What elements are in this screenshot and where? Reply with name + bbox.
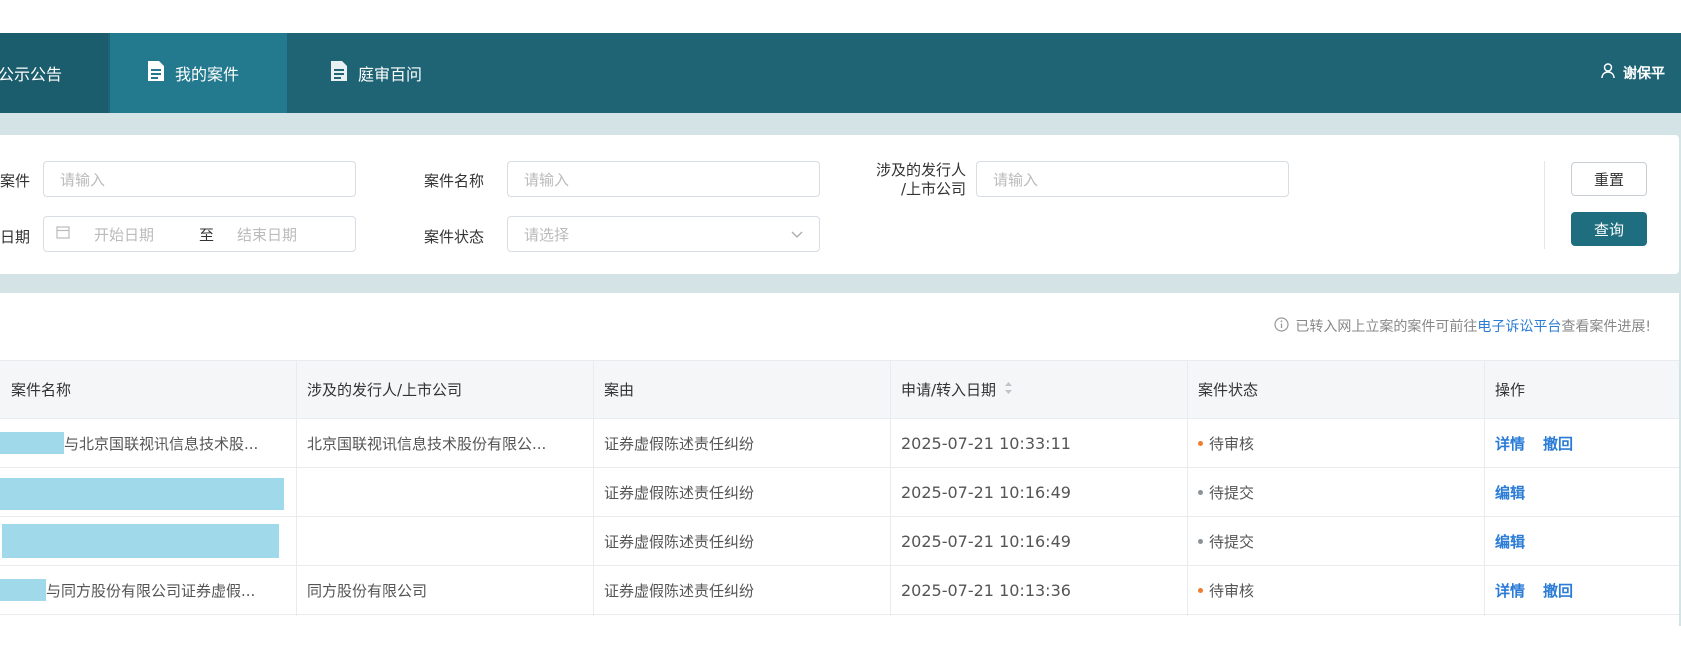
issuer-cell <box>296 517 593 565</box>
info-icon <box>1274 316 1289 336</box>
case-name-text: 与北京国联视讯信息技术股... <box>64 434 259 453</box>
sort-icon[interactable] <box>1004 381 1013 399</box>
status-text: 待审核 <box>1209 434 1255 453</box>
filter-divider <box>1544 161 1545 249</box>
redacted-block <box>0 478 284 510</box>
notice-suffix: 查看案件进展! <box>1561 319 1651 335</box>
date-start-placeholder: 开始日期 <box>94 225 155 244</box>
column-header-status: 案件状态 <box>1198 381 1259 399</box>
date-label: 日期 <box>0 228 31 246</box>
user-icon <box>1601 63 1615 83</box>
issuer-cell <box>296 468 593 516</box>
status-text: 待提交 <box>1209 483 1255 502</box>
status-select-placeholder: 请选择 <box>524 225 570 244</box>
case-name-label: 案件名称 <box>424 172 485 190</box>
case-label: 案件 <box>0 172 31 190</box>
actions-cell: 详情 撤回 <box>1484 419 1679 467</box>
table-row: 与北京国联视讯信息技术股... 北京国联视讯信息技术股份有限公... 证券虚假陈… <box>0 419 1679 468</box>
withdraw-link[interactable]: 撤回 <box>1543 433 1573 454</box>
status-text: 待提交 <box>1209 532 1255 551</box>
cause-cell: 证券虚假陈述责任纠纷 <box>604 532 755 551</box>
query-button[interactable]: 查询 <box>1571 212 1647 246</box>
status-cell: 待审核 <box>1187 566 1484 614</box>
status-dot <box>1198 538 1203 544</box>
document-icon <box>329 60 349 86</box>
nav-item-trial-faq[interactable]: 庭审百问 <box>287 33 457 113</box>
case-name-input[interactable]: 请输入 <box>507 161 820 197</box>
chevron-down-icon <box>791 225 803 243</box>
table-row: 证券虚假陈述责任纠纷 2025-07-21 10:16:49 待提交 编辑 <box>0 468 1679 517</box>
status-text: 待审核 <box>1209 581 1255 600</box>
issuer-cell: 北京国联视讯信息技术股份有限公... <box>307 434 547 453</box>
nav-label: 我的案件 <box>175 65 240 84</box>
edit-link[interactable]: 编辑 <box>1495 482 1525 503</box>
date-end-placeholder: 结束日期 <box>237 225 298 244</box>
column-header-issuer: 涉及的发行人/上市公司 <box>307 381 463 399</box>
withdraw-link[interactable]: 撤回 <box>1543 580 1573 601</box>
issuer-label-line2: /上市公司 <box>900 180 966 198</box>
table-header: 案件名称 涉及的发行人/上市公司 案由 申请/转入日期 案件状态 操作 <box>0 360 1679 419</box>
platform-notice: 已转入网上立案的案件可前往 电子诉讼平台 查看案件进展! <box>1274 316 1651 336</box>
case-name-input-placeholder: 请输入 <box>524 170 570 189</box>
filter-panel <box>0 135 1679 274</box>
cause-cell: 证券虚假陈述责任纠纷 <box>604 581 755 600</box>
status-cell: 待提交 <box>1187 468 1484 516</box>
case-name-text: 与同方股份有限公司证券虚假... <box>46 581 256 600</box>
redacted-block <box>0 579 46 601</box>
date-cell: 2025-07-21 10:16:49 <box>901 482 1071 502</box>
date-separator: 至 <box>199 225 215 244</box>
status-dot <box>1198 440 1203 446</box>
edit-link[interactable]: 编辑 <box>1495 531 1525 552</box>
case-input-placeholder: 请输入 <box>60 170 106 189</box>
cause-cell: 证券虚假陈述责任纠纷 <box>604 483 755 502</box>
date-cell: 2025-07-21 10:33:11 <box>901 433 1071 453</box>
issuer-label-line1: 涉及的发行人 <box>875 161 966 179</box>
date-cell: 2025-07-21 10:16:49 <box>901 531 1071 551</box>
top-nav-bar: 公示公告 我的案件 庭审百问 谢保平 <box>0 33 1681 113</box>
notice-prefix: 已转入网上立案的案件可前往 <box>1295 319 1478 335</box>
nav-label: 庭审百问 <box>358 65 423 84</box>
case-input[interactable]: 请输入 <box>43 161 356 197</box>
column-header-case-name: 案件名称 <box>11 381 72 399</box>
cause-cell: 证券虚假陈述责任纠纷 <box>604 434 755 453</box>
actions-cell: 详情 撤回 <box>1484 566 1679 614</box>
status-label: 案件状态 <box>424 228 485 246</box>
date-range-picker[interactable]: 开始日期 至 结束日期 <box>43 216 356 252</box>
redacted-block <box>2 524 279 558</box>
details-link[interactable]: 详情 <box>1495 580 1525 601</box>
user-name: 谢保平 <box>1623 66 1665 82</box>
redacted-block <box>0 432 64 454</box>
nav-label: 公示公告 <box>0 65 63 84</box>
table-row: 与同方股份有限公司证券虚假... 同方股份有限公司 证券虚假陈述责任纠纷 202… <box>0 566 1679 615</box>
issuer-input-placeholder: 请输入 <box>993 170 1039 189</box>
issuer-input[interactable]: 请输入 <box>976 161 1289 197</box>
e-litigation-platform-link[interactable]: 电子诉讼平台 <box>1477 316 1561 336</box>
nav-item-announcements[interactable]: 公示公告 <box>0 33 108 113</box>
column-header-cause: 案由 <box>604 381 635 399</box>
column-header-date-label: 申请/转入日期 <box>901 381 997 399</box>
case-name-cell[interactable]: 与同方股份有限公司证券虚假... <box>0 566 296 614</box>
status-dot <box>1198 587 1203 593</box>
column-header-actions: 操作 <box>1495 381 1526 399</box>
status-cell: 待审核 <box>1187 419 1484 467</box>
calendar-icon <box>56 225 70 243</box>
status-cell: 待提交 <box>1187 517 1484 565</box>
nav-item-my-cases[interactable]: 我的案件 <box>110 33 287 113</box>
actions-cell: 编辑 <box>1484 517 1679 565</box>
case-name-cell[interactable]: 与北京国联视讯信息技术股... <box>0 419 296 467</box>
details-link[interactable]: 详情 <box>1495 433 1525 454</box>
issuer-label: 涉及的发行人 /上市公司 <box>858 161 966 199</box>
column-header-date[interactable]: 申请/转入日期 <box>890 361 1187 418</box>
document-icon <box>146 60 166 86</box>
user-menu[interactable]: 谢保平 <box>1601 33 1665 113</box>
table-row: 证券虚假陈述责任纠纷 2025-07-21 10:16:49 待提交 编辑 <box>0 517 1679 566</box>
issuer-cell: 同方股份有限公司 <box>307 581 428 600</box>
actions-cell: 编辑 <box>1484 468 1679 516</box>
reset-button[interactable]: 重置 <box>1571 162 1647 196</box>
status-dot <box>1198 489 1203 495</box>
date-cell: 2025-07-21 10:13:36 <box>901 580 1071 600</box>
status-select[interactable]: 请选择 <box>507 216 820 252</box>
